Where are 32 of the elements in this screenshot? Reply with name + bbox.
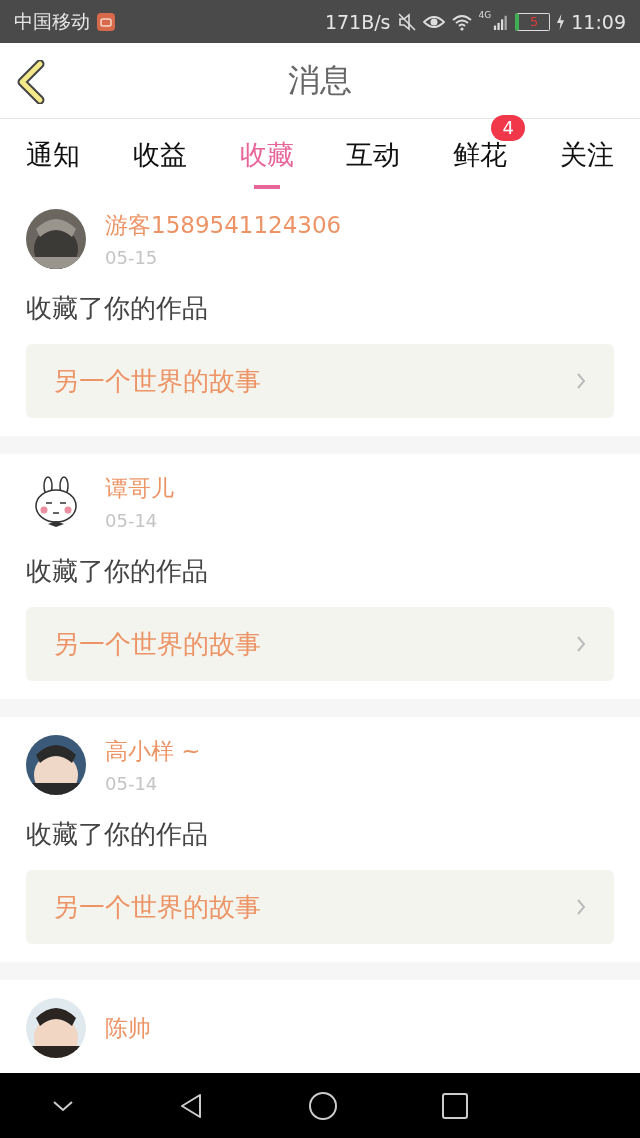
chevron-right-icon [576, 372, 586, 390]
work-title: 另一个世界的故事 [53, 627, 261, 661]
chevron-right-icon [576, 635, 586, 653]
tab[interactable]: 收益 [116, 125, 203, 189]
count-badge: 4 [491, 115, 526, 141]
tab[interactable]: 关注 [544, 125, 630, 189]
network-speed: 171B/s [324, 10, 391, 33]
message-date: 05-15 [105, 247, 159, 268]
recents-square-icon[interactable] [440, 1091, 469, 1120]
user-name: 谭哥儿 [105, 474, 174, 503]
mute-icon [396, 11, 417, 32]
message-text: 收藏了你的作品 [26, 555, 209, 588]
tab[interactable]: 通知 [10, 125, 96, 189]
work-title: 另一个世界的故事 [53, 364, 261, 398]
user-name: 陈帅 [105, 1013, 151, 1043]
carrier-name: 中国移动 [14, 8, 90, 34]
battery-indicator: 5 [515, 12, 551, 31]
message-date: 05-14 [105, 510, 159, 531]
page-title: 消息 [288, 59, 352, 101]
chevron-right-icon [576, 898, 586, 916]
user-name: 游客1589541124306 [105, 211, 342, 240]
back-chevron-icon[interactable] [16, 60, 46, 104]
app-notification-icon [96, 11, 116, 32]
user-name: 高小样 ~ [105, 737, 201, 766]
home-circle-icon[interactable] [308, 1090, 339, 1121]
message-text: 收藏了你的作品 [26, 818, 209, 851]
tab[interactable]: 互动 [330, 125, 417, 189]
network-type: 4G [478, 10, 492, 20]
clock-time: 11:09 [571, 10, 626, 33]
message-text: 收藏了你的作品 [26, 292, 209, 325]
message-date: 05-14 [105, 773, 159, 794]
work-title: 另一个世界的故事 [53, 890, 261, 924]
